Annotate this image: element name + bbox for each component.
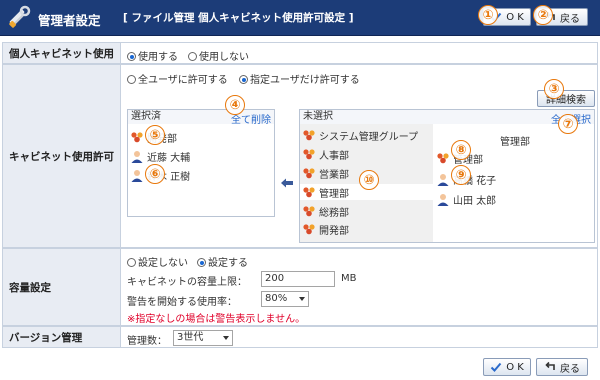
group-icon [131,132,143,143]
group-item[interactable]: 開発部 [302,222,349,237]
warn-rate-value: 80% [265,293,288,304]
capacity-none-option[interactable]: 設定しない [127,254,188,269]
group-item-label: 開発部 [319,226,349,237]
permission-label: キャビネット使用許可 [3,65,121,247]
callout-2: ② [533,5,553,25]
callout-10: ⑩ [359,170,379,190]
capacity-label: 容量設定 [3,249,121,325]
callout-6: ⑥ [145,164,165,184]
callout-1: ① [478,5,498,25]
group-icon [303,187,315,198]
allow-specified-option[interactable]: 指定ユーザだけ許可する [239,71,360,86]
capacity-limit-input[interactable]: 200 [261,271,335,287]
group-icon [303,130,315,141]
callout-7: ⑦ [558,114,578,134]
radio-nouse[interactable] [188,52,197,61]
capacity-row: 容量設定 設定しない 設定する キャビネットの容量上限： 200 MB 警告を開… [2,248,598,326]
personal-cabinet-label: 個人キャビネット使用 [3,43,121,63]
footer-back-button[interactable]: 戻る [536,358,588,376]
capacity-unit: MB [341,273,357,284]
footer-back-label: 戻る [560,363,580,375]
nouse-option[interactable]: 使用しない [188,48,249,63]
back-arrow-icon [545,361,555,370]
chevron-down-icon [299,297,305,301]
header-bar: 管理者設定 [ ファイル管理 個人キャビネット使用許可設定 ] O K 戻る ①… [0,0,600,36]
member-item-label: 山田 太郎 [453,196,497,207]
capacity-none-label: 設定しない [138,258,188,269]
group-icon [303,206,315,217]
radio-use[interactable] [127,52,136,61]
user-icon [437,174,449,186]
page-subtitle: [ ファイル管理 個人キャビネット使用許可設定 ] [123,12,354,24]
allow-specified-label: 指定ユーザだけ許可する [250,75,360,86]
tools-icon [9,5,31,28]
selected-item-label: 近藤 大輔 [147,153,191,164]
radio-allow-specified[interactable] [239,75,248,84]
callout-8: ⑧ [451,140,471,160]
warn-rate-select[interactable]: 80% [261,291,309,307]
version-row: バージョン管理 管理数： 3世代 [2,326,598,348]
callout-9: ⑨ [451,165,471,185]
group-item-label: システム管理グループ [319,132,419,143]
group-item-label: 営業部 [319,170,349,181]
group-item-label: 人事部 [319,151,349,162]
version-count-select[interactable]: 3世代 [173,330,233,346]
capacity-limit-label: キャビネットの容量上限： [127,277,247,288]
user-icon [131,151,143,163]
radio-capacity-none[interactable] [127,258,136,267]
user-icon [437,194,449,206]
version-count-value: 3世代 [177,332,204,343]
selected-list[interactable]: 選択済 全て削除 開発部 近藤 大輔 鈴木 正樹 [127,109,275,217]
check-icon [490,362,502,372]
nouse-option-label: 使用しない [199,52,249,63]
footer-ok-button[interactable]: O K [483,358,531,376]
group-item-label: 総務部 [319,208,349,219]
footer-ok-label: O K [506,361,524,373]
group-item-label: 管理部 [319,189,349,200]
group-item[interactable]: システム管理グループ [302,128,418,143]
page-title: 管理者設定 [38,13,101,28]
version-count-label: 管理数： [127,336,167,347]
group-item-selected[interactable]: 管理部 [302,185,349,200]
unselected-list[interactable]: 未選択 全て選択 システム管理グループ 人事部 営業部 管理部 [299,109,595,243]
use-option[interactable]: 使用する [127,48,178,63]
version-label: バージョン管理 [3,327,121,347]
personal-cabinet-row: 個人キャビネット使用 使用する 使用しない [2,42,598,64]
warn-rate-label: 警告を開始する使用率： [127,297,237,308]
group-icon [437,153,449,164]
selected-item-user[interactable]: 近藤 大輔 [130,149,190,164]
group-item[interactable]: 営業部 [302,166,349,181]
ok-label: O K [506,11,524,23]
capacity-note: ※指定なしの場合は警告表示しません。 [127,314,306,325]
member-list-header: 管理部 [500,137,530,148]
callout-5: ⑤ [145,125,165,145]
radio-capacity-set[interactable] [197,258,206,267]
group-item[interactable]: 人事部 [302,147,349,162]
group-icon [303,224,315,235]
member-item-user[interactable]: 山田 太郎 [436,192,496,207]
capacity-set-option[interactable]: 設定する [197,254,248,269]
chevron-down-icon [223,336,229,340]
permission-row: キャビネット使用許可 全ユーザに許可する 指定ユーザだけ許可する 詳細検索 選択… [2,64,598,248]
group-item[interactable]: 総務部 [302,204,349,219]
capacity-set-label: 設定する [208,258,248,269]
use-option-label: 使用する [138,52,178,63]
allow-all-option[interactable]: 全ユーザに許可する [127,71,228,86]
allow-all-label: 全ユーザに許可する [138,75,228,86]
move-left-arrow-icon[interactable] [280,178,294,188]
callout-3: ③ [544,79,564,99]
group-icon [303,168,315,179]
back-label: 戻る [560,13,580,25]
group-icon [303,149,315,160]
unselected-list-title: 未選択 [300,110,594,124]
radio-allow-all[interactable] [127,75,136,84]
user-icon [131,170,143,182]
callout-4: ④ [225,95,245,115]
